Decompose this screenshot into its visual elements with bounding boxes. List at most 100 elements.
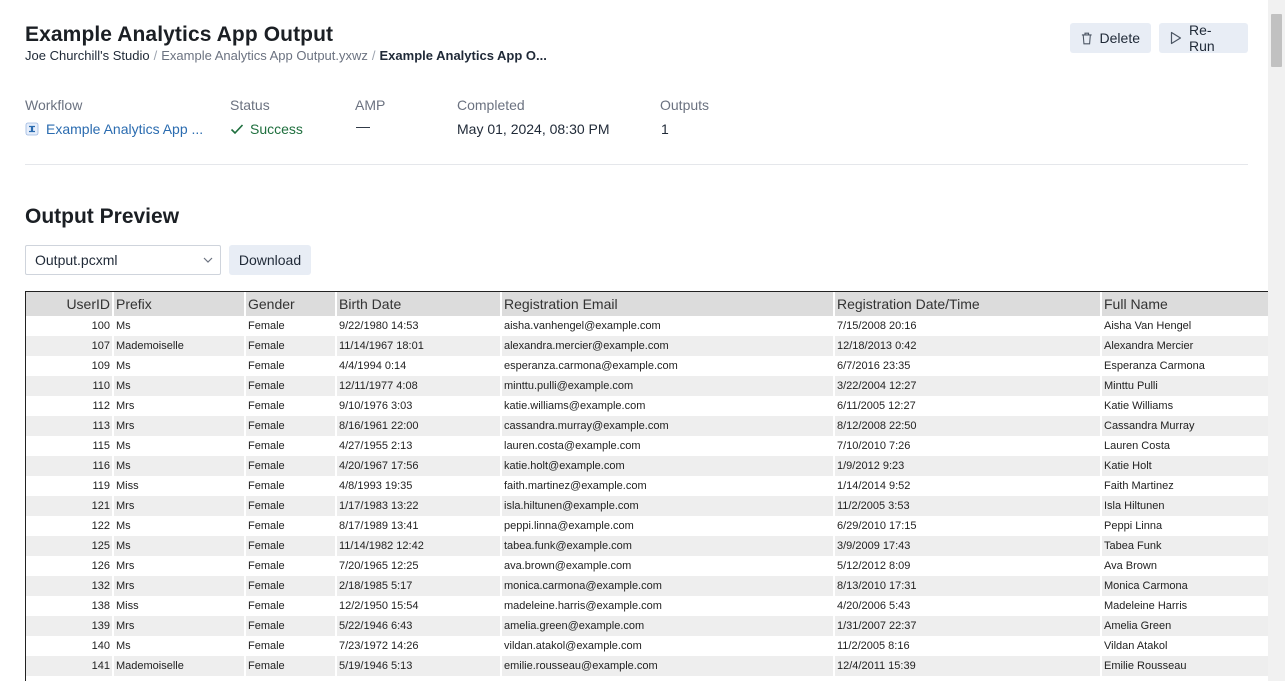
table-row[interactable]: 112 Mrs Female 9/10/1976 3:03 katie.williams… <box>26 396 1268 416</box>
divider <box>25 164 1248 165</box>
table-row[interactable]: 113 Mrs Female 8/16/1961 22:00 cassandra.mur… <box>26 416 1268 436</box>
table-row[interactable]: 109 Ms Female 4/4/1994 0:14 esperanza.carmon… <box>26 356 1268 376</box>
cell-full-name: Emilie Rousseau <box>1101 656 1268 676</box>
cell-full-name: Monica Carmona <box>1101 576 1268 596</box>
cell-full-name: Amelia Green <box>1101 616 1268 636</box>
output-file-select[interactable]: Output.pcxml <box>25 245 221 275</box>
cell-birth-date: 1/17/1983 13:22 <box>336 496 501 516</box>
table-row[interactable]: 139 Mrs Female 5/22/1946 6:43 amelia.green@e… <box>26 616 1268 636</box>
cell-gender: Female <box>245 496 336 516</box>
table-row[interactable]: 132 Mrs Female 2/18/1985 5:17 monica.carmona… <box>26 576 1268 596</box>
table-row[interactable]: 121 Mrs Female 1/17/1983 13:22 isla.hiltunen… <box>26 496 1268 516</box>
cell-registration-datetime: 1/9/2012 9:23 <box>834 456 1101 476</box>
cell-userid: 132 <box>26 576 113 596</box>
check-icon <box>230 124 244 135</box>
workflow-link[interactable]: Example Analytics App ... <box>25 121 203 137</box>
table-row[interactable]: 122 Ms Female 8/17/1989 13:41 peppi.linna@ex… <box>26 516 1268 536</box>
column-header-registration-email[interactable]: Registration Email <box>501 292 835 316</box>
cell-birth-date: 7/20/1965 12:25 <box>339 560 419 572</box>
table-row[interactable]: 115 Ms Female 4/27/1955 2:13 lauren.costa@ex… <box>26 436 1268 456</box>
status-value: Success <box>250 121 303 137</box>
table-row[interactable]: 125 Ms Female 11/14/1982 12:42 tabea.funk@ex… <box>26 536 1268 556</box>
cell-registration-datetime: 11/2/2005 8:16 <box>837 640 910 652</box>
cell-prefix: Mademoiselle <box>113 336 245 356</box>
cell-userid: 139 <box>26 616 113 636</box>
cell-registration-email: emilie.rousseau@example.com <box>501 656 834 676</box>
cell-full-name: Katie Williams <box>1104 400 1174 412</box>
cell-prefix: Ms <box>113 536 245 556</box>
cell-birth-date: 11/14/1967 18:01 <box>336 336 501 356</box>
table-row[interactable]: 107 Mademoiselle Female 11/14/1967 18:01 ale… <box>26 336 1268 356</box>
cell-birth-date: 2/18/1985 5:17 <box>336 576 501 596</box>
output-table[interactable]: UserID Prefix Gender Birth Date Registra… <box>25 291 1268 681</box>
cell-registration-email: katie.williams@example.com <box>504 400 646 412</box>
delete-button[interactable]: Delete <box>1070 23 1151 53</box>
rerun-label: Re-Run <box>1188 22 1215 54</box>
cell-registration-datetime: 1/14/2014 9:52 <box>837 480 911 492</box>
cell-prefix: Miss <box>116 600 139 612</box>
table-row[interactable]: 100 Ms Female 9/22/1980 14:53 aisha.vanhenge… <box>26 316 1268 336</box>
cell-userid: 142 <box>26 676 113 681</box>
cell-registration-email: lauren.costa@example.com <box>504 440 641 452</box>
breadcrumb-studio[interactable]: Joe Churchill's Studio <box>25 48 150 63</box>
chevron-down-icon <box>203 257 213 263</box>
completed-label: Completed <box>457 97 525 113</box>
table-row[interactable]: 140 Ms Female 7/23/1972 14:26 vildan.atakol@… <box>26 636 1268 656</box>
column-header-registration-datetime[interactable]: Registration Date/Time <box>834 292 1102 316</box>
cell-birth-date: 5/22/1946 6:43 <box>336 616 501 636</box>
cell-birth-date: 8/16/1961 22:00 <box>336 416 501 436</box>
cell-prefix: Ms <box>116 440 131 452</box>
column-header-prefix[interactable]: Prefix <box>113 292 246 316</box>
rerun-button[interactable]: Re-Run <box>1159 22 1248 54</box>
amp-value: — <box>356 118 370 134</box>
table-row[interactable]: 141 Mademoiselle Female 5/19/1946 5:13 emili… <box>26 656 1268 676</box>
cell-registration-email: ava.brown@example.com <box>504 560 632 572</box>
workflow-name: Example Analytics App ... <box>46 121 204 137</box>
cell-prefix: Ms <box>113 676 245 681</box>
workflow-icon <box>25 122 39 136</box>
cell-registration-email: monica.carmona@example.com <box>501 576 834 596</box>
cell-gender: Female <box>245 456 336 476</box>
cell-userid: 112 <box>92 400 110 412</box>
outputs-value: 1 <box>661 121 669 137</box>
cell-registration-datetime: 5/12/2012 8:09 <box>837 560 911 572</box>
delete-label: Delete <box>1099 30 1140 46</box>
trash-icon <box>1081 32 1092 44</box>
table-row[interactable]: 116 Ms Female 4/20/1967 17:56 katie.holt@exa… <box>26 456 1268 476</box>
column-header-full-name[interactable]: Full Name <box>1101 292 1268 316</box>
cell-userid: 109 <box>91 360 110 372</box>
cell-birth-date: 4/27/1955 2:13 <box>339 440 413 452</box>
cell-userid: 125 <box>26 536 113 556</box>
cell-registration-datetime: 3/9/2009 17:43 <box>834 536 1101 556</box>
column-header-gender[interactable]: Gender <box>245 292 337 316</box>
cell-registration-email: tabea.funk@example.com <box>501 536 834 556</box>
table-row[interactable]: 126 Mrs Female 7/20/1965 12:25 ava.brown@exa… <box>26 556 1268 576</box>
table-row[interactable]: 138 Miss Female 12/2/1950 15:54 madeleine.ha… <box>26 596 1268 616</box>
cell-prefix: Mrs <box>113 616 245 636</box>
breadcrumb-app[interactable]: Example Analytics App Output.yxwz <box>161 48 368 63</box>
scrollbar-thumb[interactable] <box>1271 14 1282 67</box>
cell-gender: Female <box>245 676 336 681</box>
cell-prefix: Ms <box>116 640 131 652</box>
cell-registration-email: faith.martinez@example.com <box>504 480 647 492</box>
download-button[interactable]: Download <box>229 245 311 275</box>
cell-full-name: Tabea Funk <box>1101 536 1268 556</box>
cell-gender: Female <box>248 600 285 612</box>
cell-gender: Female <box>245 656 336 676</box>
cell-birth-date: 12/11/1977 4:08 <box>336 376 501 396</box>
table-row[interactable]: 110 Ms Female 12/11/1977 4:08 minttu.pulli@e… <box>26 376 1268 396</box>
cell-prefix: Mrs <box>113 576 245 596</box>
cell-registration-datetime: 4/20/2006 5:43 <box>837 600 911 612</box>
table-row[interactable]: 142MsFemale3/3/1960 9:12jana.berger@exam… <box>26 676 1268 681</box>
page-scrollbar[interactable] <box>1268 0 1285 681</box>
cell-birth-date: 9/22/1980 14:53 <box>339 320 419 332</box>
column-header-birth-date[interactable]: Birth Date <box>336 292 502 316</box>
table-row[interactable]: 119 Miss Female 4/8/1993 19:35 faith.martine… <box>26 476 1268 496</box>
column-header-userid[interactable]: UserID <box>26 292 114 316</box>
table-header-row: UserID Prefix Gender Birth Date Registra… <box>26 292 1268 316</box>
cell-birth-date: 3/3/1960 9:12 <box>336 676 501 681</box>
cell-birth-date: 7/23/1972 14:26 <box>339 640 419 652</box>
cell-prefix: Mrs <box>113 416 245 436</box>
cell-gender: Female <box>248 640 285 652</box>
cell-registration-datetime: 7/15/2008 20:16 <box>837 320 917 332</box>
